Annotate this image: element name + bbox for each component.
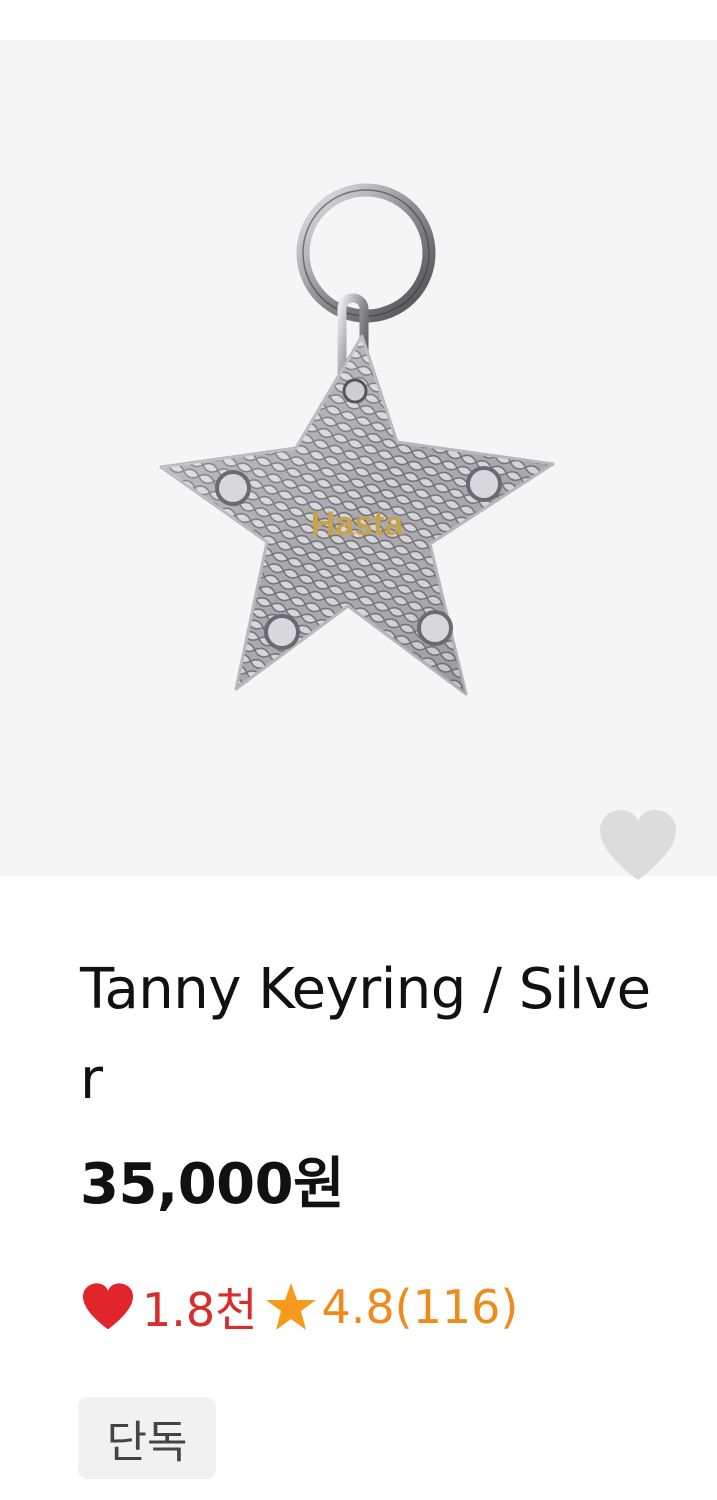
product-image[interactable]: Hasta bbox=[0, 40, 717, 880]
exclusive-badge: 단독 bbox=[78, 1397, 216, 1479]
heart-icon bbox=[600, 810, 676, 880]
keyring-photo: Hasta bbox=[159, 183, 555, 696]
heart-icon bbox=[83, 1283, 133, 1330]
product-title[interactable]: Tanny Keyring / Silver bbox=[80, 945, 670, 1125]
product-stats: 1.8천 4.8(116) bbox=[80, 1272, 518, 1342]
rating-score: 4.8(116) bbox=[321, 1280, 519, 1334]
likes-count: 1.8천 bbox=[142, 1283, 258, 1337]
star-icon bbox=[266, 1283, 317, 1330]
brand-logo: Hasta bbox=[311, 505, 405, 543]
wishlist-button[interactable] bbox=[596, 808, 680, 884]
product-price: 35,000원 bbox=[80, 1152, 345, 1217]
